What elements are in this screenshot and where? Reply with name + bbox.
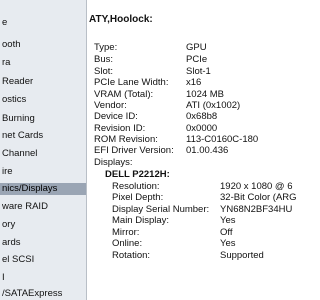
display-property-label: Pixel Depth: (112, 192, 164, 203)
sidebar-item[interactable]: ards (0, 237, 86, 249)
sidebar-item-label: ware RAID (2, 201, 48, 212)
sidebar-item-label: I (2, 272, 5, 283)
property-row: Device ID: 0x68b8 (87, 111, 300, 122)
sidebar-item-label: ards (2, 237, 21, 248)
sidebar-item[interactable]: ory (0, 219, 86, 231)
sidebar-item[interactable]: /SATAExpress (0, 288, 86, 300)
display-property-value: Off (220, 227, 233, 238)
sidebar: e ooth ra Reader ostics Burning net Card… (0, 0, 87, 300)
detail-pane: ATY,Hoolock: Type: GPU Bus: PCIe Slot: S… (87, 0, 300, 300)
property-row: Bus: PCIe (87, 54, 300, 65)
property-label: Revision ID: (94, 123, 146, 134)
sidebar-item-graphics-displays[interactable]: nics/Displays (0, 183, 86, 195)
display-property-label: Main Display: (112, 215, 170, 226)
property-value: 113-C0160C-180 (186, 134, 259, 145)
property-value: 0x0000 (186, 123, 218, 134)
sidebar-item-label: net Cards (2, 130, 44, 141)
sidebar-item-label: ory (2, 219, 16, 230)
display-property-value: Supported (220, 250, 264, 261)
property-row: EFI Driver Version: 01.00.436 (87, 145, 300, 156)
property-value: 0x68b8 (186, 111, 218, 122)
sidebar-item[interactable]: ire (0, 166, 86, 178)
sidebar-item-label: el SCSI (2, 254, 35, 265)
display-property-value: YN68N2BF34HU (220, 204, 293, 215)
sidebar-item-label: Channel (2, 148, 38, 159)
sidebar-item[interactable]: Burning (0, 113, 86, 125)
sidebar-item-label: Burning (2, 113, 35, 124)
display-property-row: Rotation: Supported (87, 250, 300, 261)
property-row: Revision ID: 0x0000 (87, 123, 300, 134)
display-property-label: Mirror: (112, 227, 140, 238)
sidebar-item-label: Reader (2, 76, 34, 87)
sidebar-item-label: ire (2, 166, 13, 177)
displays-heading: Displays: (94, 157, 133, 168)
property-row: Type: GPU (87, 42, 300, 53)
display-property-row: Pixel Depth: 32-Bit Color (ARG (87, 192, 300, 203)
display-property-value: 32-Bit Color (ARG (220, 192, 297, 203)
display-property-row: Online: Yes (87, 238, 300, 249)
sidebar-item[interactable]: Channel (0, 148, 86, 160)
sidebar-item[interactable]: ra (0, 57, 86, 69)
property-label: EFI Driver Version: (94, 145, 174, 156)
sidebar-item[interactable]: e (0, 17, 86, 29)
property-value: ATI (0x1002) (186, 100, 241, 111)
monitor-name: DELL P2212H: (105, 169, 170, 180)
sidebar-item-label: e (2, 17, 8, 28)
device-title: ATY,Hoolock: (89, 14, 153, 25)
sidebar-item-label: /SATAExpress (2, 288, 63, 299)
sidebar-item[interactable]: ware RAID (0, 201, 86, 213)
sidebar-item[interactable]: net Cards (0, 130, 86, 142)
property-row: Slot: Slot-1 (87, 66, 300, 77)
property-row: Vendor: ATI (0x1002) (87, 100, 300, 111)
sidebar-item[interactable]: el SCSI (0, 254, 86, 266)
property-value: x16 (186, 77, 202, 88)
property-value: 1024 MB (186, 89, 225, 100)
display-property-value: Yes (220, 215, 236, 226)
property-label: Bus: (94, 54, 114, 65)
property-row: VRAM (Total): 1024 MB (87, 89, 300, 100)
property-row: PCIe Lane Width: x16 (87, 77, 300, 88)
display-property-row: Main Display: Yes (87, 215, 300, 226)
display-property-row: Resolution: 1920 x 1080 @ 6 (87, 181, 300, 192)
display-property-label: Rotation: (112, 250, 151, 261)
sidebar-item[interactable]: ostics (0, 94, 86, 106)
property-value: GPU (186, 42, 207, 53)
property-label: Slot: (94, 66, 114, 77)
sidebar-item-label: ooth (2, 39, 21, 50)
display-property-label: Online: (112, 238, 143, 249)
display-property-row: Mirror: Off (87, 227, 300, 238)
property-value: PCIe (186, 54, 208, 65)
display-property-value: Yes (220, 238, 236, 249)
sidebar-item-label: ra (2, 57, 11, 68)
sidebar-item-label: ostics (2, 94, 27, 105)
display-property-row: Display Serial Number: YN68N2BF34HU (87, 204, 300, 215)
property-label: Type: (94, 42, 118, 53)
sidebar-item-label: nics/Displays (2, 183, 58, 194)
property-value: Slot-1 (186, 66, 211, 77)
property-label: Device ID: (94, 111, 138, 122)
display-property-label: Display Serial Number: (112, 204, 210, 215)
property-label: Vendor: (94, 100, 127, 111)
property-label: ROM Revision: (94, 134, 158, 145)
display-property-value: 1920 x 1080 @ 6 (220, 181, 293, 192)
display-property-label: Resolution: (112, 181, 160, 192)
property-value: 01.00.436 (186, 145, 229, 156)
sidebar-item[interactable]: ooth (0, 39, 86, 51)
property-label: PCIe Lane Width: (94, 77, 169, 88)
sidebar-item[interactable]: Reader (0, 76, 86, 88)
property-label: VRAM (Total): (94, 89, 154, 100)
sidebar-item[interactable]: I (0, 272, 86, 284)
property-row: ROM Revision: 113-C0160C-180 (87, 134, 300, 145)
